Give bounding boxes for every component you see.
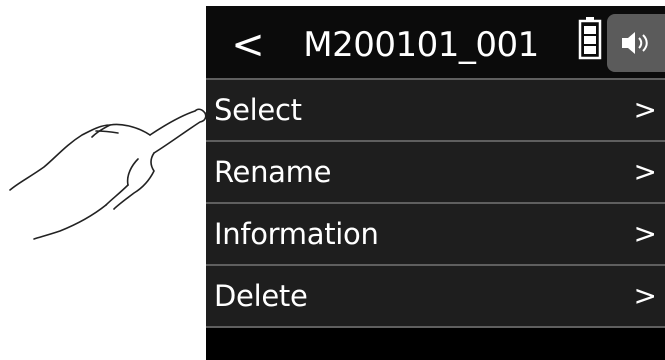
battery-icon — [578, 17, 602, 60]
menu-item-label: Select — [214, 93, 302, 127]
speaker-icon — [622, 32, 648, 54]
menu-item-rename[interactable]: Rename > — [206, 142, 665, 204]
chevron-right-icon: > — [633, 279, 657, 312]
chevron-right-icon: > — [633, 155, 657, 188]
menu-item-information[interactable]: Information > — [206, 204, 665, 266]
chevron-right-icon: > — [633, 217, 657, 250]
menu-item-label: Rename — [214, 155, 332, 189]
menu-item-delete[interactable]: Delete > — [206, 266, 665, 328]
page-title: M200101_001 — [303, 25, 539, 65]
menu-item-select[interactable]: Select > — [206, 78, 665, 142]
header-bar: < M200101_001 — [206, 6, 665, 78]
back-button[interactable]: < — [228, 20, 268, 70]
menu-list: Select > Rename > Information > Delete > — [206, 78, 665, 328]
tapping-hand-illustration — [9, 108, 207, 240]
device-screen: < M200101_001 Select > Rename > Informat… — [206, 6, 665, 360]
menu-item-label: Information — [214, 217, 379, 251]
menu-item-label: Delete — [214, 279, 308, 313]
chevron-right-icon: > — [633, 93, 657, 126]
footer-bar — [206, 332, 665, 360]
speaker-button[interactable] — [607, 14, 665, 72]
